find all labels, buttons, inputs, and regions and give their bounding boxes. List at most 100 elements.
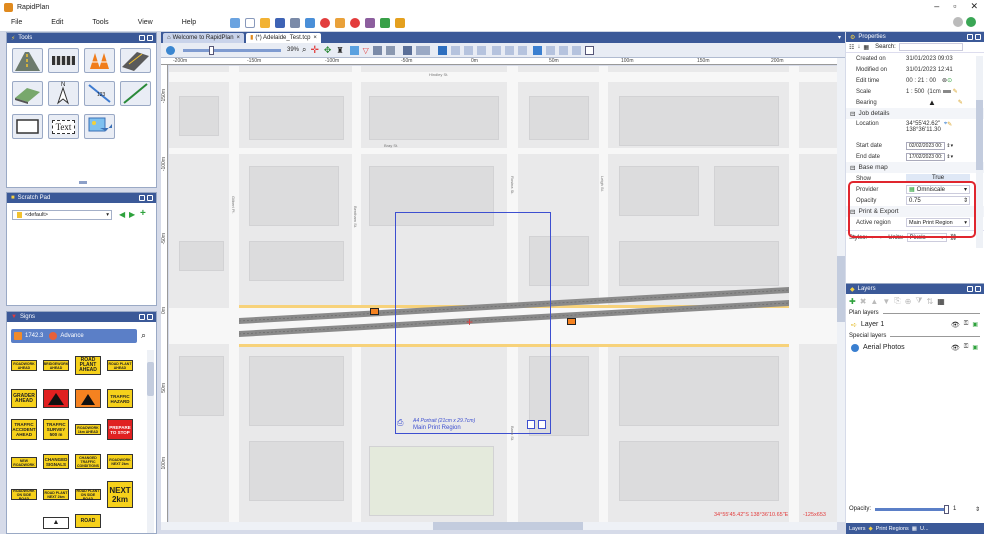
measure-tool[interactable]: 123 xyxy=(84,81,115,106)
sign-14[interactable]: CHANGED SIGNALS xyxy=(43,454,69,469)
job-details-group[interactable]: ⊟ Job details xyxy=(846,108,984,119)
sign-7[interactable] xyxy=(75,389,101,408)
tab-welcome[interactable]: ⌂ Welcome to RapidPlan × xyxy=(163,32,245,43)
minimize-button[interactable]: – xyxy=(934,1,939,12)
road-tool[interactable] xyxy=(12,48,43,73)
panel-resize-handle[interactable] xyxy=(79,181,87,184)
edit-pencil-icon[interactable]: ✎ xyxy=(947,121,952,128)
stop-icon[interactable] xyxy=(320,17,331,28)
panel-close-button[interactable] xyxy=(975,286,981,292)
print-layer-icon[interactable]: ▣ xyxy=(972,344,978,351)
sign-3[interactable]: ROAD PLANT AHEAD xyxy=(75,356,101,375)
layer-opacity-slider[interactable] xyxy=(875,504,950,514)
sign-search-icon[interactable]: ⌕ xyxy=(141,330,146,341)
line-tool[interactable] xyxy=(120,81,151,106)
delete-icon[interactable] xyxy=(476,45,486,55)
zoom-fit-icon[interactable] xyxy=(166,45,175,55)
menu-help[interactable]: Help xyxy=(182,19,196,26)
back-arrow-icon[interactable]: ◀ xyxy=(119,210,125,219)
add-layer-icon[interactable]: ✚ xyxy=(849,297,856,306)
tab-print-regions[interactable]: Print Regions xyxy=(873,526,912,532)
tabs-dropdown-icon[interactable]: ▾ xyxy=(838,34,841,41)
sign-5[interactable]: GRADER AHEAD xyxy=(11,389,37,408)
map-hscrollbar[interactable] xyxy=(161,522,837,530)
panel-float-button[interactable] xyxy=(967,286,973,292)
tab-close-icon[interactable]: × xyxy=(313,35,317,41)
edit-pencil-icon[interactable]: ✎ xyxy=(958,99,963,106)
collapse-icon[interactable]: ⊟ xyxy=(850,164,855,172)
layer-opacity-thumb[interactable] xyxy=(944,504,950,514)
target-icon[interactable] xyxy=(350,17,361,28)
sign-13[interactable]: NEW ROADWORK xyxy=(11,457,37,468)
properties-search-input[interactable] xyxy=(898,43,963,51)
settings-icon[interactable] xyxy=(953,17,963,27)
sign-11[interactable]: ROADWORK 1km AHEAD xyxy=(75,424,101,435)
sign-15[interactable]: CHANGED TRAFFIC CONDITIONS xyxy=(75,454,101,469)
delete-layer-icon[interactable]: ✖ xyxy=(860,297,867,306)
map-vscrollbar-thumb[interactable] xyxy=(837,256,845,322)
sign-2[interactable]: BRIDGEWORK AHEAD xyxy=(43,360,69,371)
tab-close-icon[interactable]: × xyxy=(237,35,241,41)
region-page-icon[interactable] xyxy=(527,420,535,429)
panel-close-button[interactable] xyxy=(147,35,153,41)
sign-9[interactable]: TRAFFIC ACCIDENT AHEAD xyxy=(11,419,37,440)
map-hscrollbar-thumb[interactable] xyxy=(433,522,583,530)
panel-close-button[interactable] xyxy=(147,195,153,201)
menu-tools[interactable]: Tools xyxy=(92,19,108,26)
arrange-icon[interactable] xyxy=(463,45,473,55)
panel-close-button[interactable] xyxy=(147,314,153,320)
tab-adelaide-test[interactable]: ▮ (*) Adelaide_Test.tcp × xyxy=(246,32,321,43)
sign-19[interactable]: ROAD PLANT ON SIDE ROAD xyxy=(75,489,101,501)
north-arrow-tool[interactable]: N xyxy=(48,81,79,106)
print-icon[interactable] xyxy=(290,17,301,28)
collapse-icon[interactable]: ⊟ xyxy=(850,110,855,118)
grid-icon[interactable] xyxy=(385,45,395,55)
pan-icon[interactable]: ✛ xyxy=(311,45,319,56)
roadwork-sign-marker[interactable] xyxy=(370,308,379,315)
zoom-slider-thumb[interactable] xyxy=(209,45,214,55)
lock-icon[interactable] xyxy=(517,45,527,55)
print-layer-icon[interactable]: ▣ xyxy=(972,321,978,328)
spinner-icon[interactable]: ⇕ xyxy=(975,506,980,513)
tab-u[interactable]: U... xyxy=(917,526,932,532)
scratch-pad-select[interactable]: <default> ▾ xyxy=(12,210,112,220)
close-button[interactable]: ✕ xyxy=(970,1,978,12)
sign-16[interactable]: ROADWORK NEXT 2km xyxy=(107,454,133,469)
sign-20[interactable]: NEXT 2km xyxy=(107,481,133,508)
visibility-eye-icon[interactable]: 👁 xyxy=(951,321,960,329)
forward-arrow-icon[interactable]: ▶ xyxy=(129,210,135,219)
kerb-tool[interactable] xyxy=(12,81,43,106)
map-vscrollbar[interactable] xyxy=(837,58,845,522)
panel-float-button[interactable] xyxy=(967,34,973,40)
export-icon[interactable] xyxy=(305,17,316,28)
filter-layer-icon[interactable]: ⧩ xyxy=(915,296,922,306)
sign-17[interactable]: ROADWORK ON SIDE ROAD xyxy=(11,489,37,501)
snap-icon[interactable] xyxy=(437,45,447,55)
map-canvas[interactable]: + ⎙ A4 Portrait (21cm x 29.7cm) Main Pri… xyxy=(169,66,837,522)
sign-8[interactable]: TRAFFIC HAZARD xyxy=(107,389,133,408)
menu-view[interactable]: View xyxy=(138,19,153,26)
add-icon[interactable]: + xyxy=(140,208,146,219)
panel-float-button[interactable] xyxy=(139,35,145,41)
lock-layer-icon[interactable]: ⚿ xyxy=(964,321,969,328)
edit-pencil-icon[interactable]: ✎ xyxy=(953,88,958,95)
sign-4[interactable]: ROAD PLANT AHEAD xyxy=(107,360,133,371)
group-icon[interactable] xyxy=(491,45,501,55)
ungroup-icon[interactable] xyxy=(504,45,514,55)
rectangle-tool[interactable] xyxy=(12,114,43,139)
tool-icon[interactable] xyxy=(335,17,346,28)
menu-file[interactable]: File xyxy=(11,19,22,26)
check-icon[interactable] xyxy=(380,17,391,28)
rotate-icon[interactable] xyxy=(545,45,555,55)
zoom-search-icon[interactable]: ⌕ xyxy=(302,45,306,55)
sign-18[interactable]: ROAD PLANT NEXT 2km xyxy=(43,489,69,500)
document-icon[interactable] xyxy=(584,45,594,55)
tab-layers[interactable]: Layers xyxy=(846,526,869,532)
exit-icon[interactable] xyxy=(395,17,406,28)
panel-float-button[interactable] xyxy=(139,314,145,320)
merge-icon[interactable]: ⊕ xyxy=(905,297,912,306)
mirror-icon[interactable] xyxy=(571,45,581,55)
signs-filter-bar[interactable]: 1742.3 Advance xyxy=(11,329,137,343)
sort-alpha-icon[interactable]: ↓ xyxy=(857,44,860,50)
signs-scrollbar[interactable] xyxy=(147,350,154,533)
